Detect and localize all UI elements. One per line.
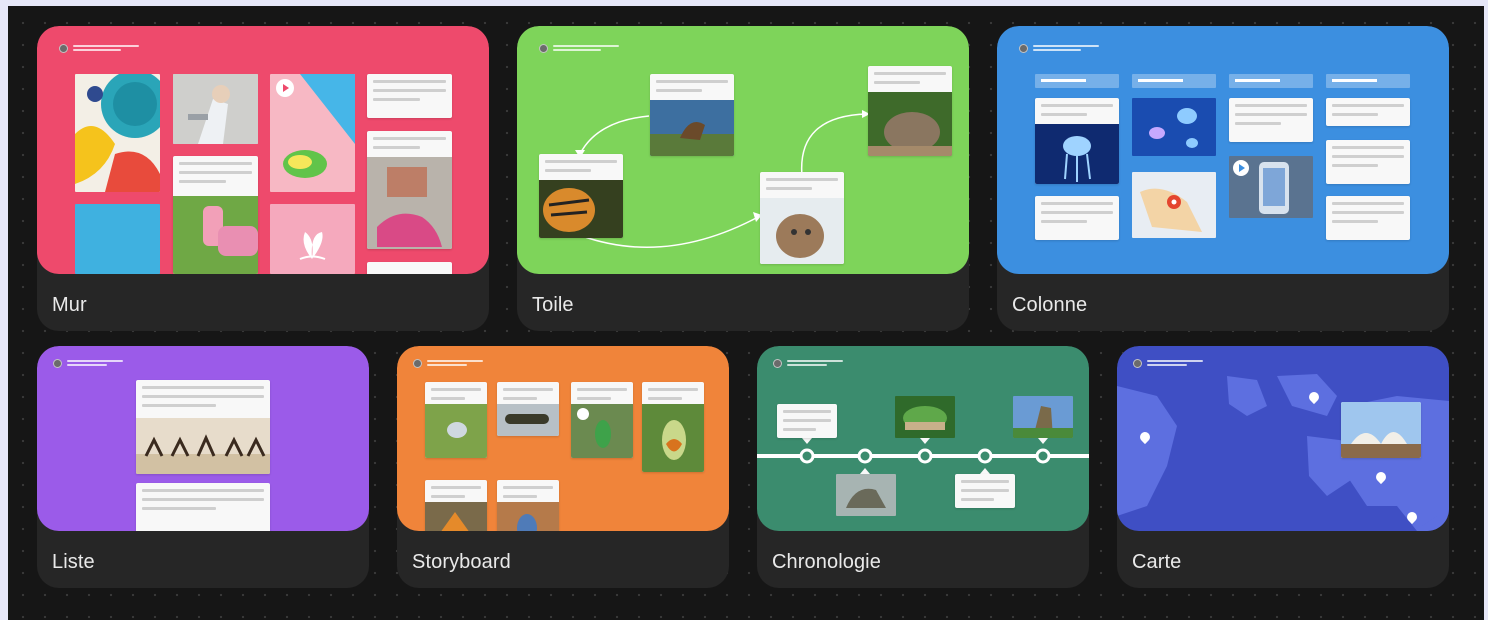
preview-note [425,480,487,531]
colonne-preview [997,26,1449,274]
template-label: Liste [52,551,95,573]
preview-image [836,474,896,516]
template-card-mur[interactable]: Mur [37,26,489,331]
column-header [1229,74,1313,88]
map-preview [1132,172,1216,238]
preview-note [136,483,270,531]
preview-note [650,74,734,156]
liste-preview [37,346,369,531]
preview-image [75,74,160,192]
template-label: Colonne [1012,294,1088,316]
preview-note [425,382,487,458]
template-card-liste[interactable]: Liste [37,346,369,588]
template-label: Mur [52,294,87,316]
preview-note [642,382,704,472]
board-header [413,358,483,368]
board-header [1019,43,1099,53]
mur-preview [37,26,489,274]
carte-preview [1117,346,1449,531]
preview-image [1013,396,1073,438]
template-card-chronologie[interactable]: Chronologie [757,346,1089,588]
preview-note [497,480,559,531]
preview-note [1326,196,1410,240]
template-card-colonne[interactable]: Colonne [997,26,1449,331]
template-label: Carte [1132,551,1182,573]
template-label: Toile [532,294,574,316]
column-header [1035,74,1119,88]
preview-note [955,474,1015,508]
preview-note [367,262,452,274]
preview-image [1229,156,1313,218]
preview-note [777,404,837,438]
board-header [53,358,123,368]
column-header [1132,74,1216,88]
preview-note [1341,402,1421,458]
preview-note [1035,98,1119,184]
preview-image [270,74,355,192]
board-header [59,43,139,53]
timeline-axis [757,438,1089,474]
preview-note [1326,98,1410,126]
preview-note [571,382,633,458]
template-card-storyboard[interactable]: Storyboard [397,346,729,588]
toile-preview [517,26,969,274]
template-gallery: Mur Toile Colonne Liste Storyboard Chron… [8,6,1484,620]
template-label: Chronologie [772,551,881,573]
chronologie-preview [757,346,1089,531]
storyboard-preview [397,346,729,531]
preview-note [1326,140,1410,184]
preview-note [173,156,258,274]
template-card-toile[interactable]: Toile [517,26,969,331]
preview-note [868,66,952,156]
preview-image [270,204,355,274]
preview-note [497,382,559,436]
preview-note [1229,98,1313,142]
preview-note [539,154,623,238]
preview-note [367,131,452,249]
preview-note [1035,196,1119,240]
template-label: Storyboard [412,551,511,573]
preview-image [173,74,258,144]
template-card-carte[interactable]: Carte [1117,346,1449,588]
preview-note [367,74,452,118]
preview-image [1132,98,1216,156]
column-header [1326,74,1410,88]
preview-image [75,204,160,274]
preview-note [760,172,844,264]
preview-note [136,380,270,474]
preview-image [895,396,955,438]
